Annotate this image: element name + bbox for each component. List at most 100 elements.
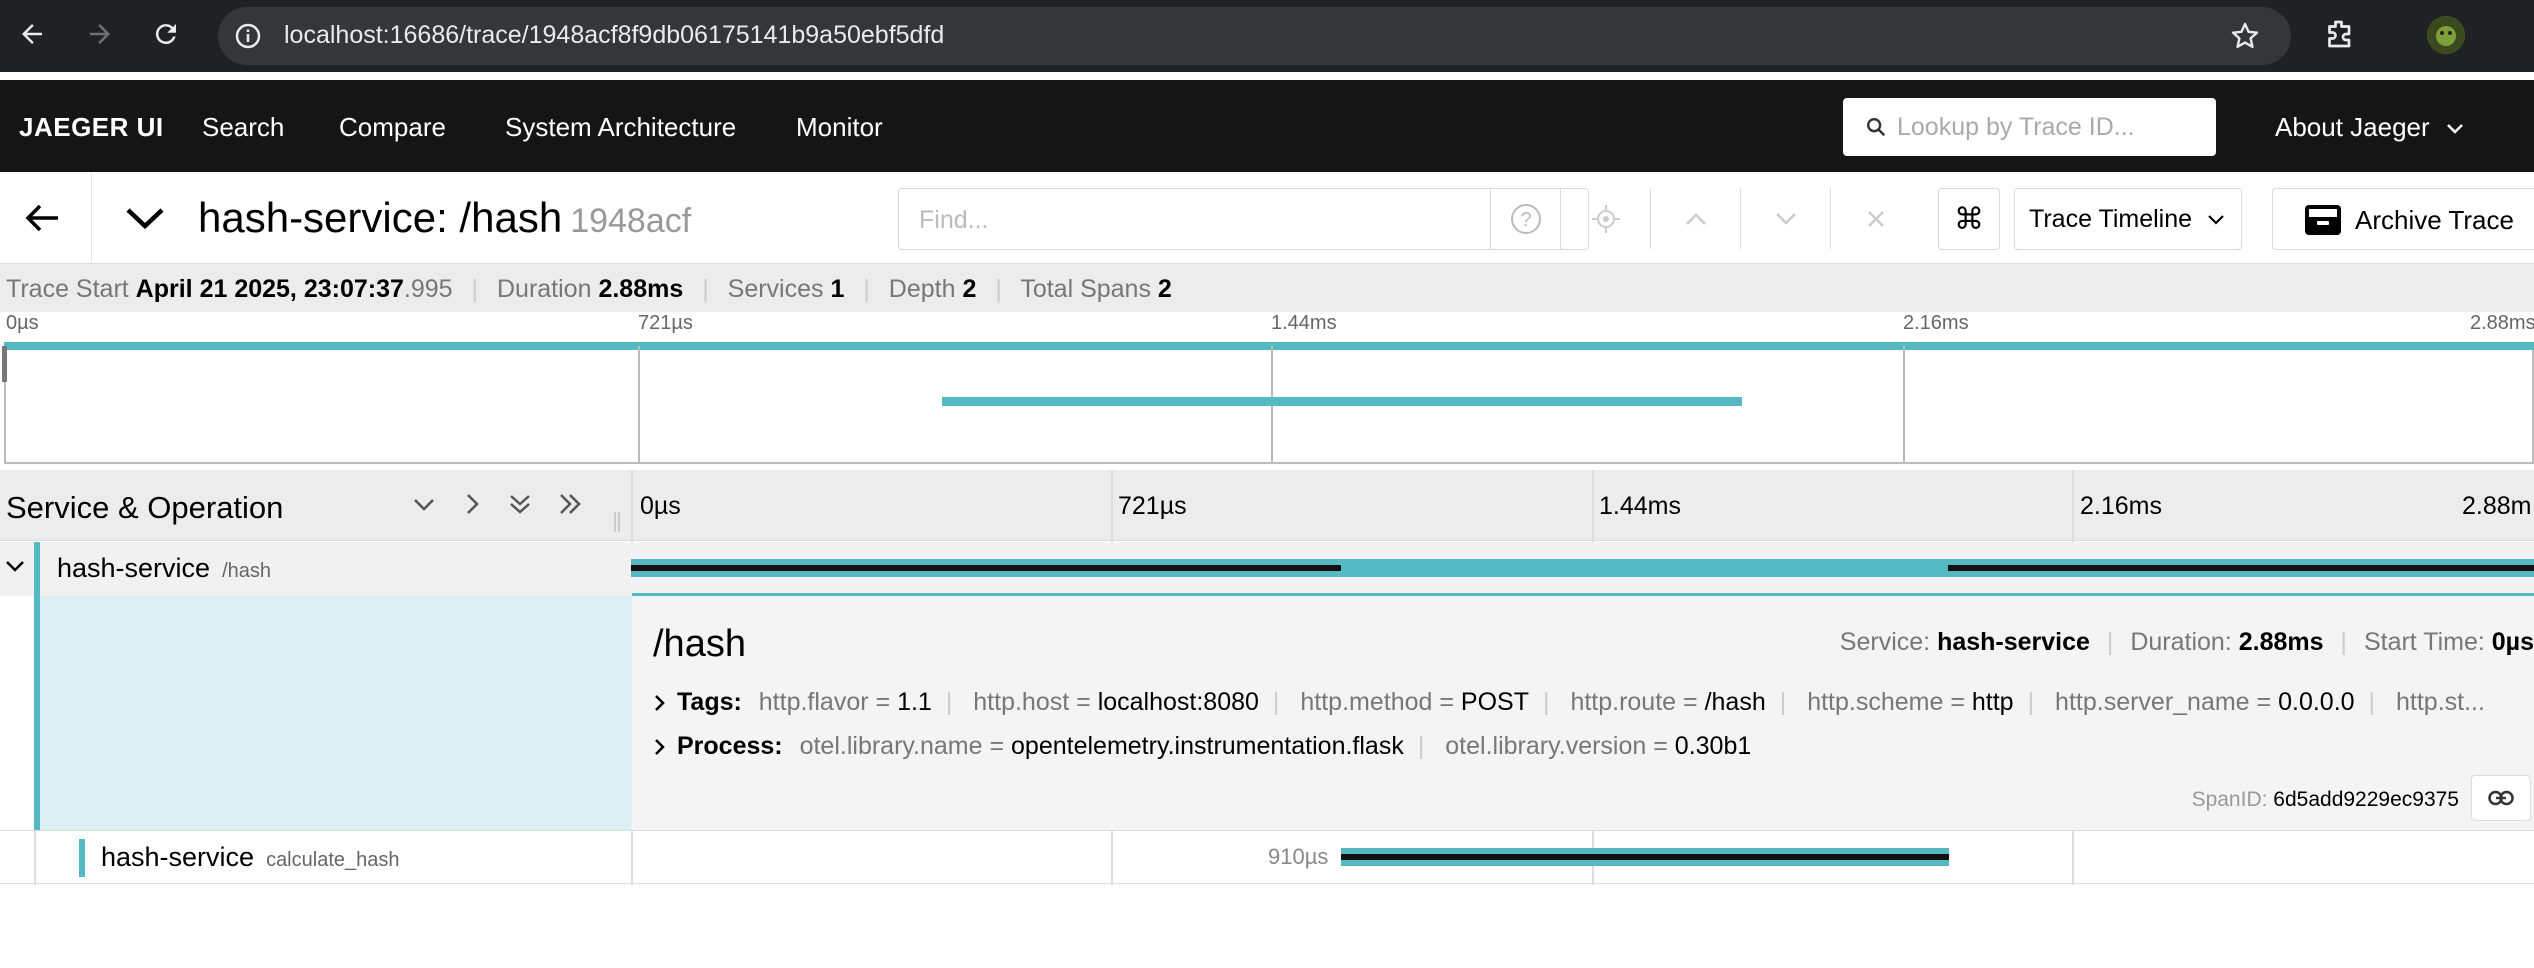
collapse-one-icon[interactable] <box>410 490 438 518</box>
service-color-bar <box>79 839 85 877</box>
total-spans-label: Total Spans <box>1020 275 1151 303</box>
browser-toolbar: localhost:16686/trace/1948acf8f9db061751… <box>0 0 2534 72</box>
span-service-name: hash-service <box>101 842 255 872</box>
span-id: SpanID: 6d5add9229ec9375 <box>2192 788 2459 812</box>
nav-monitor[interactable]: Monitor <box>796 112 883 143</box>
nav-search[interactable]: Search <box>202 112 284 143</box>
locate-icon[interactable] <box>1560 189 1650 249</box>
detail-service-value: hash-service <box>1937 628 2090 656</box>
detail-meta: Service: hash-service | Duration: 2.88ms… <box>1839 628 2534 656</box>
collapse-all-icon[interactable] <box>506 490 534 518</box>
chevron-right-icon <box>655 695 665 712</box>
total-spans-value: 2 <box>1157 275 1172 303</box>
svg-text:?: ? <box>1520 209 1531 231</box>
find-input[interactable]: Find... ? <box>898 188 1884 250</box>
tags-row[interactable]: Tags: http.flavor = 1.1 | http.host = loc… <box>653 688 2485 717</box>
minimap-child-span <box>942 397 1742 406</box>
detail-duration-value: 2.88ms <box>2238 628 2324 656</box>
minimap-tick: 2.16ms <box>1903 312 1969 334</box>
tag-value: /hash <box>1704 688 1766 716</box>
trace-minimap[interactable]: 0µs 721µs 1.44ms 2.16ms 2.88ms <box>0 312 2534 464</box>
about-jaeger-menu[interactable]: About Jaeger <box>2275 112 2465 143</box>
bookmark-star-icon[interactable] <box>2229 20 2261 57</box>
extensions-icon[interactable] <box>2322 16 2358 57</box>
back-icon[interactable] <box>12 14 52 54</box>
archive-icon <box>2305 205 2341 235</box>
tag-key: http.method <box>1300 688 1433 716</box>
tag-value: POST <box>1460 688 1529 716</box>
minimap-gridline <box>638 346 640 464</box>
nav-system-architecture[interactable]: System Architecture <box>505 112 736 143</box>
keyboard-shortcuts-button[interactable]: ⌘ <box>1938 188 2000 250</box>
span-row[interactable]: hash-service calculate_hash 910µs <box>0 830 2534 885</box>
expand-one-icon[interactable] <box>458 490 486 518</box>
help-icon[interactable]: ? <box>1490 189 1560 249</box>
span-self-time-segment <box>631 565 1341 571</box>
expand-all-icon[interactable] <box>556 490 586 518</box>
duration-label: Duration <box>496 275 592 303</box>
minimap-gridline <box>1903 346 1905 464</box>
service-color-bar <box>34 542 40 596</box>
detail-service-label: Service: <box>1839 628 1931 656</box>
process-value: 0.30b1 <box>1674 732 1752 760</box>
service-operation-title: Service & Operation <box>6 490 284 525</box>
chevron-down-icon[interactable] <box>4 558 26 576</box>
command-icon: ⌘ <box>1954 202 1984 236</box>
span-detail-indent <box>34 596 632 830</box>
depth-value: 2 <box>962 275 977 303</box>
minimap-handle[interactable] <box>2 346 7 382</box>
view-mode-select[interactable]: Trace Timeline <box>2014 188 2242 250</box>
lookup-placeholder: Lookup by Trace ID... <box>1897 113 2135 141</box>
copy-link-button[interactable] <box>2471 775 2531 821</box>
process-row[interactable]: Process: otel.library.name = opentelemet… <box>653 732 1751 761</box>
reload-icon[interactable] <box>146 14 186 54</box>
tag-key: http.route <box>1570 688 1677 716</box>
find-placeholder: Find... <box>919 206 989 234</box>
forward-icon[interactable] <box>80 14 120 54</box>
prev-match-icon[interactable] <box>1650 189 1740 249</box>
timeline-tick: 1.44ms <box>1599 492 1681 520</box>
profile-avatar[interactable] <box>2427 16 2465 54</box>
trace-id-lookup-input[interactable]: Lookup by Trace ID... <box>1843 98 2216 156</box>
tags-label: Tags: <box>677 688 742 716</box>
archive-trace-button[interactable]: Archive Trace <box>2272 188 2534 250</box>
next-match-icon[interactable] <box>1740 189 1830 249</box>
span-self-time-segment <box>1341 854 1949 860</box>
chevron-right-icon <box>655 739 665 756</box>
chevron-down-icon <box>2447 124 2463 134</box>
span-operation-name: /hash <box>222 560 271 582</box>
nav-compare[interactable]: Compare <box>339 112 446 143</box>
detail-start-label: Start Time: <box>2363 628 2485 656</box>
brand-logo[interactable]: JAEGER UI <box>19 112 164 143</box>
span-row[interactable]: hash-service/hash <box>0 542 2534 596</box>
about-label: About Jaeger <box>2275 112 2430 142</box>
depth-label: Depth <box>888 275 956 303</box>
chevron-down-icon <box>2208 215 2224 225</box>
tag-key: http.scheme <box>1807 688 1944 716</box>
collapse-chevron-icon[interactable] <box>124 204 166 232</box>
column-resizer[interactable] <box>614 512 620 532</box>
back-button[interactable] <box>0 172 92 264</box>
address-bar[interactable]: localhost:16686/trace/1948acf8f9db061751… <box>218 7 2291 65</box>
trace-start-ms: .995 <box>403 275 453 303</box>
trace-page-header: hash-service: /hash 1948acf Find... ? ⌘ T… <box>0 172 2534 264</box>
tag-truncated: http.st... <box>2396 688 2485 716</box>
span-duration-label: 910µs <box>1268 844 1329 869</box>
minimap-tick: 2.88ms <box>2470 312 2534 334</box>
timeline-tick: 721µs <box>1118 492 1187 520</box>
tag-key: http.server_name <box>2055 688 2250 716</box>
clear-icon[interactable] <box>1830 189 1920 249</box>
span-id-label: SpanID: <box>2191 788 2268 811</box>
timeline-header: Service & Operation 0µs 721µs 1.44ms 2.1… <box>0 470 2534 541</box>
span-operation-name: calculate_hash <box>266 849 400 871</box>
site-info-icon[interactable] <box>232 20 264 52</box>
span-detail-panel: /hash Service: hash-service | Duration: … <box>632 596 2534 830</box>
minimap-root-span <box>4 342 2534 350</box>
process-value: opentelemetry.instrumentation.flask <box>1011 732 1404 760</box>
trace-short-id: 1948acf <box>570 202 692 240</box>
timeline-tick: 2.88m <box>2462 492 2532 520</box>
tag-value: 1.1 <box>897 688 932 716</box>
services-value: 1 <box>830 275 845 303</box>
tag-value: localhost:8080 <box>1097 688 1259 716</box>
span-id-value: 6d5add9229ec9375 <box>2273 788 2459 811</box>
